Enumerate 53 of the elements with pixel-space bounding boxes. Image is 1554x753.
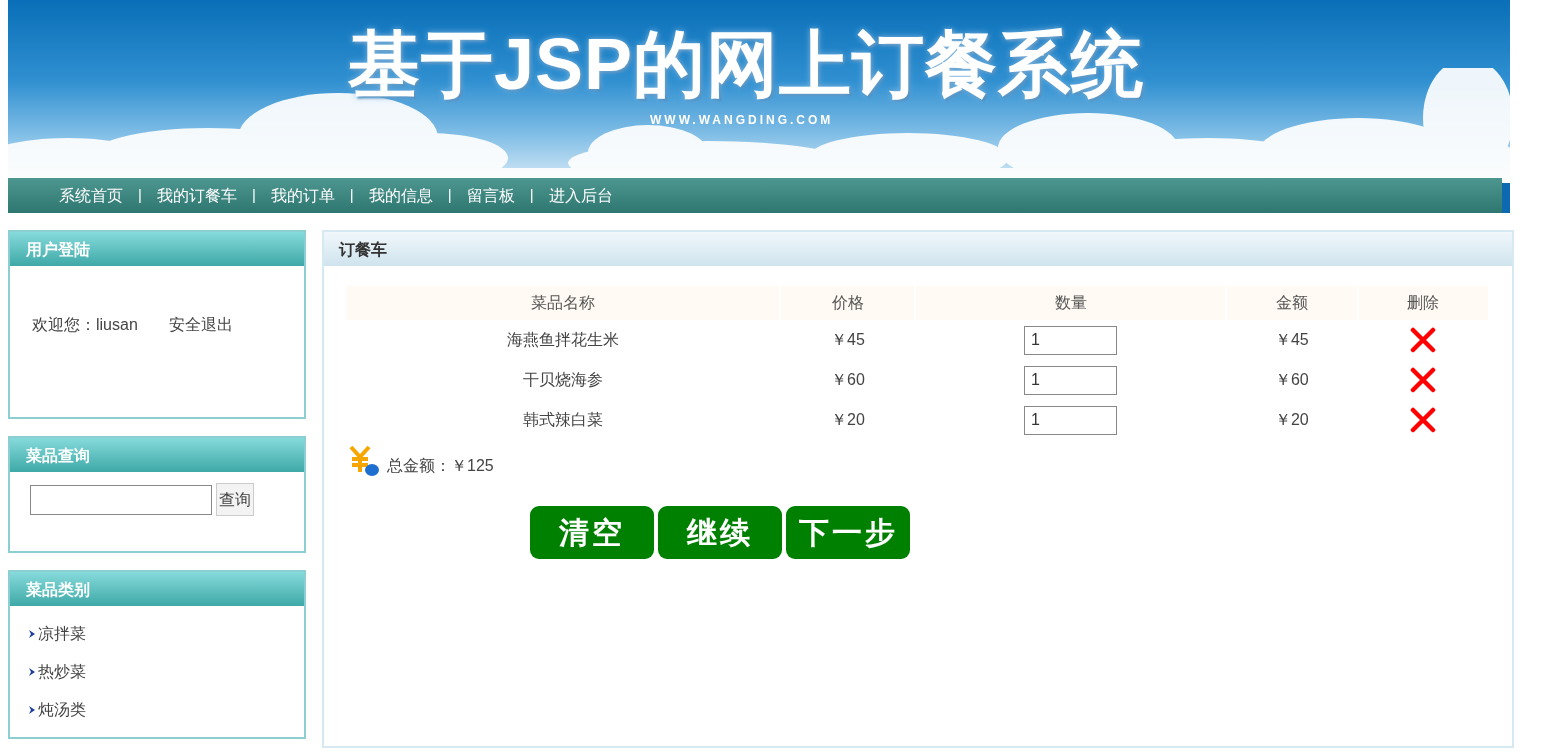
nav-separator: | (446, 185, 453, 206)
site-title: 基于JSP的网上订餐系统 (348, 28, 1145, 100)
dish-name: 韩式辣白菜 (522, 410, 605, 430)
nav-separator: | (137, 185, 143, 206)
nav-link[interactable]: 留言板 (461, 183, 520, 208)
column-header: 价格 (781, 286, 915, 320)
quantity-field[interactable]: 1 (1024, 365, 1118, 395)
dish-name: 干贝烧海参 (522, 370, 605, 390)
nav-link[interactable]: 我的订餐车 (151, 183, 242, 208)
logout-link[interactable]: 安全退出 (168, 313, 233, 337)
delete-icon[interactable] (1410, 407, 1437, 433)
quantity-field[interactable]: 1 (1024, 325, 1118, 355)
nav-separator: | (348, 185, 355, 206)
delete-icon[interactable] (1410, 367, 1437, 393)
yuan-coin-icon (347, 444, 381, 478)
bullet-icon (29, 668, 35, 676)
nav-link[interactable]: 我的信息 (363, 183, 438, 208)
quantity-field[interactable]: 1 (1024, 405, 1118, 435)
category-link[interactable]: 热炒菜 (38, 660, 86, 684)
search-button[interactable]: 查询 (216, 483, 254, 516)
column-header: 删除 (1358, 286, 1488, 320)
bullet-icon (29, 706, 35, 714)
column-header: 金额 (1226, 286, 1357, 320)
site-url: WWW.WANGDING.COM (650, 112, 834, 129)
panel-title: 菜品查询 (10, 438, 304, 472)
welcome-text: 欢迎您：liusan (32, 315, 138, 335)
nav-link[interactable]: 系统首页 (54, 183, 128, 208)
column-header: 数量 (916, 286, 1225, 320)
panel-title: 菜品类别 (10, 572, 304, 606)
nav-separator: | (528, 185, 535, 206)
dish-name: 海燕鱼拌花生米 (506, 330, 621, 350)
action-button[interactable]: 下一步 (786, 506, 910, 559)
amount-cell-text: ￥20 (1273, 410, 1310, 430)
panel-title: 用户登陆 (10, 232, 304, 266)
bullet-icon (29, 630, 35, 638)
nav-separator: | (250, 185, 257, 206)
search-field[interactable] (30, 484, 212, 515)
action-button[interactable]: 继续 (658, 506, 782, 559)
nav-link[interactable]: 我的订单 (265, 183, 340, 208)
action-button[interactable]: 清空 (530, 506, 654, 559)
nav-strip (1502, 183, 1510, 213)
category-link[interactable]: 炖汤类 (38, 698, 86, 722)
price-cell-text: ￥45 (830, 330, 866, 350)
panel-title: 订餐车 (324, 232, 1512, 266)
nav-link[interactable]: 进入后台 (543, 183, 618, 208)
total-amount: 总金额：￥125 (387, 456, 494, 476)
column-header: 菜品名称 (347, 286, 780, 320)
delete-icon[interactable] (1410, 327, 1437, 353)
price-cell-text: ￥60 (830, 370, 866, 390)
amount-cell-text: ￥60 (1273, 370, 1310, 390)
amount-cell-text: ￥45 (1273, 330, 1310, 350)
category-link[interactable]: 凉拌菜 (38, 622, 86, 646)
price-cell-text: ￥20 (830, 410, 866, 430)
